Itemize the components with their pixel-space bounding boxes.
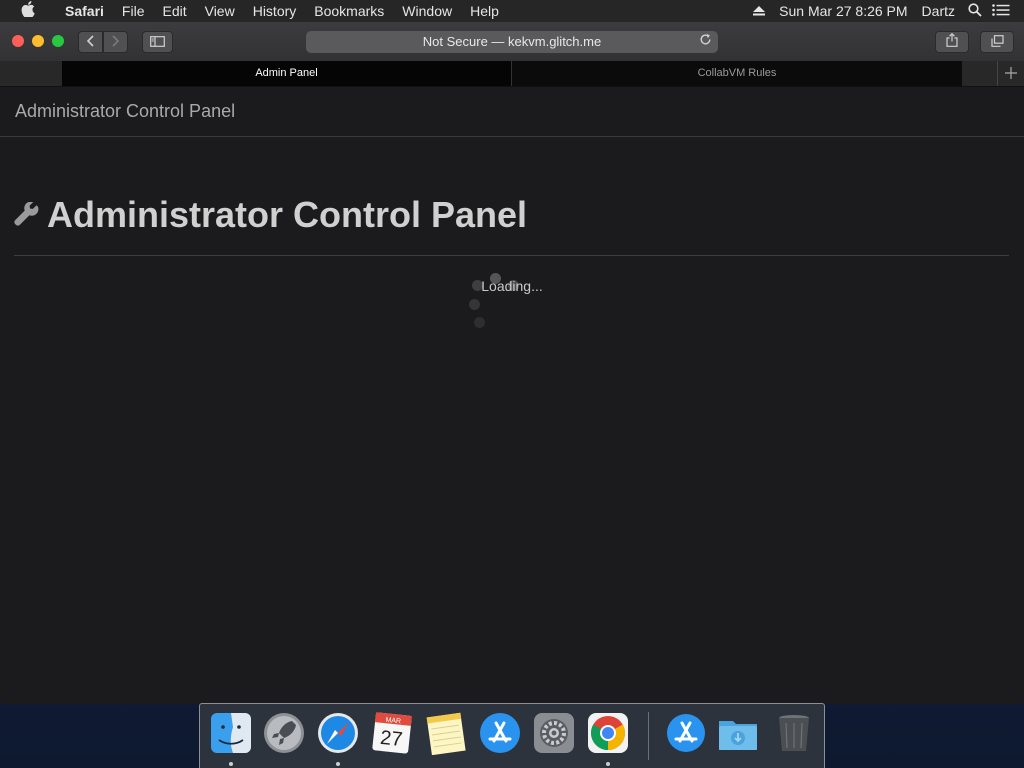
menu-history[interactable]: History [244, 0, 306, 22]
tabs-overview-icon [990, 35, 1004, 47]
tab-collabvm-rules[interactable]: CollabVM Rules [511, 61, 962, 86]
sidebar-toggle-button[interactable] [142, 31, 173, 53]
fullscreen-window-button[interactable] [52, 35, 64, 47]
address-text: Not Secure — kekvm.glitch.me [422, 34, 602, 49]
menu-window[interactable]: Window [393, 0, 461, 22]
dock-app-store-icon[interactable] [478, 711, 522, 755]
site-navbar: Administrator Control Panel [0, 87, 1024, 137]
loading-text: Loading... [481, 278, 543, 294]
share-button[interactable] [935, 31, 969, 53]
navbar-brand[interactable]: Administrator Control Panel [15, 101, 235, 122]
user-menu[interactable]: Dartz [915, 3, 962, 19]
close-window-button[interactable] [12, 35, 24, 47]
apple-icon [21, 1, 35, 18]
dock: MAR 27 [199, 703, 825, 768]
eject-icon[interactable] [746, 3, 772, 19]
address-bar[interactable]: Not Secure — kekvm.glitch.me [306, 31, 718, 53]
menu-bar: Safari File Edit View History Bookmarks … [0, 0, 1024, 22]
sidebar-icon [150, 36, 165, 47]
plus-icon [1005, 67, 1017, 79]
header-divider [14, 255, 1009, 256]
dock-notes-icon[interactable] [424, 711, 468, 756]
page-title: Administrator Control Panel [47, 194, 528, 235]
menu-help[interactable]: Help [461, 0, 508, 22]
tab-admin-panel[interactable]: Admin Panel [62, 61, 511, 86]
clock[interactable]: Sun Mar 27 8:26 PM [772, 3, 914, 19]
calendar-day: 27 [379, 727, 403, 751]
safari-toolbar: Not Secure — kekvm.glitch.me [0, 22, 1024, 62]
share-icon [946, 32, 958, 47]
menu-view[interactable]: View [196, 0, 244, 22]
wrench-icon [14, 202, 39, 226]
dock-finder-icon[interactable] [209, 711, 253, 755]
menu-app-safari[interactable]: Safari [56, 0, 113, 22]
menu-file[interactable]: File [113, 0, 154, 22]
dock-trash-icon[interactable] [772, 711, 816, 755]
dock-calendar-icon[interactable]: MAR 27 [370, 711, 414, 755]
dock-system-preferences-icon[interactable] [532, 711, 576, 755]
tab-bar: Admin Panel CollabVM Rules [0, 61, 1024, 87]
menu-bookmarks[interactable]: Bookmarks [305, 0, 393, 22]
reload-icon[interactable] [699, 31, 712, 53]
back-button[interactable] [78, 31, 103, 53]
show-all-tabs-button[interactable] [980, 31, 1014, 53]
new-tab-button[interactable] [997, 61, 1024, 86]
dock-downloads-folder-icon[interactable] [716, 711, 760, 755]
dock-chrome-icon[interactable] [586, 711, 630, 755]
dock-separator [648, 712, 649, 760]
safari-window: Not Secure — kekvm.glitch.me Admin Panel… [0, 22, 1024, 704]
chevron-right-icon [112, 35, 120, 47]
web-content: Administrator Control Panel Administrato… [0, 87, 1024, 704]
spotlight-search-icon[interactable] [962, 2, 988, 20]
dock-app-store-downloads-icon[interactable] [664, 711, 708, 755]
chrome-running-indicator [606, 762, 610, 766]
forward-button[interactable] [103, 31, 128, 53]
apple-menu-icon[interactable] [0, 1, 56, 21]
chevron-left-icon [86, 35, 94, 47]
dock-safari-icon[interactable] [316, 711, 360, 755]
menu-edit[interactable]: Edit [153, 0, 195, 22]
dock-launchpad-icon[interactable] [262, 711, 306, 755]
minimize-window-button[interactable] [32, 35, 44, 47]
finder-running-indicator [229, 762, 233, 766]
safari-running-indicator [336, 762, 340, 766]
page-header: Administrator Control Panel [14, 194, 527, 236]
notification-center-icon[interactable] [988, 3, 1014, 19]
